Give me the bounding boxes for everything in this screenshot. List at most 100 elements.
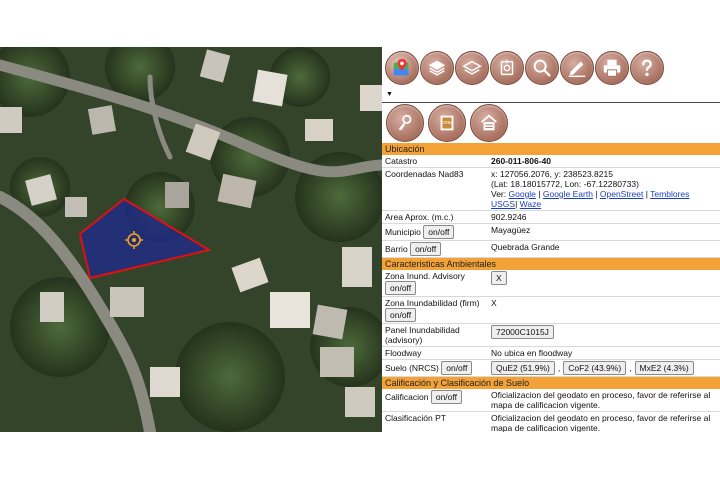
soil-buttons: QuE2 (51.9%) , CoF2 (43.9%) , MxE2 (4.3%… [491,361,717,375]
print-icon [603,59,621,77]
link-google-earth[interactable]: Google Earth [543,189,593,199]
zona-advisory-cell: Zona Inund. Advisory on/off [382,270,488,297]
layers-button[interactable] [420,50,454,85]
info-panel: ▼ CRIM Ubicación Catastro 260-011-806-40… [382,47,720,432]
zona-firm-toggle-button[interactable]: on/off [385,308,417,322]
soil-cof2-button[interactable]: CoF2 (43.9%) [563,361,627,375]
suelo-cell: Suelo (NRCS) on/off [382,359,488,377]
draw-button[interactable] [560,50,594,85]
soil-mxe2-button[interactable]: MxE2 (4.3%) [634,361,694,375]
soil-separator: , [629,363,632,373]
search-button[interactable] [525,50,559,85]
floodway-label: Floodway [382,346,488,360]
ver-label: Ver: [491,189,507,199]
zona-advisory-toggle-button[interactable]: on/off [385,281,417,295]
clasificacion-value: Oficializacion del geodato en proceso, f… [488,411,720,432]
catastro-value: 260-011-806-40 [488,155,720,168]
panel-dropdown[interactable]: ▼ [382,88,720,103]
zona-advisory-value-button[interactable]: X [491,271,507,285]
coords-xy: x: 127056.2076, y: 238523.8215 [491,169,613,179]
table-row: Zona Inundabilidad (firm) on/off X [382,296,720,324]
table-row: Barrio on/off Quebrada Grande [382,240,720,258]
ambientales-header: Caracteristicas Ambientales [382,258,720,270]
map-canvas[interactable] [0,47,382,432]
area-label: Area Aprox. (m.c.) [382,210,488,224]
main-toolbar [382,47,720,88]
google-maps-button[interactable] [385,50,419,85]
measure-icon [500,59,514,75]
soil-que2-button[interactable]: QuE2 (51.9%) [491,361,555,375]
coords-value: x: 127056.2076, y: 238523.8215 (Lat: 18.… [488,167,720,211]
caret-down-icon: ▼ [386,91,393,98]
measure-button[interactable] [490,50,524,85]
table-row: Catastro 260-011-806-40 [382,155,720,168]
area-value: 902.9246 [488,210,720,224]
link-waze[interactable]: Waze [520,199,541,209]
municipio-label: Municipio [385,227,421,237]
house-report-button[interactable] [470,104,508,142]
barrio-label: Barrio [385,244,408,254]
table-row: Municipio on/off Mayagüez [382,223,720,241]
suelo-label: Suelo (NRCS) [385,363,439,373]
link-openstreet[interactable]: OpenStreet [600,189,643,199]
link-google[interactable]: Google [509,189,536,199]
ambientales-table: Zona Inund. Advisory on/off X Zona Inund… [382,270,720,377]
panel-label: Panel Inundabilidad (advisory) [382,323,488,347]
table-row: Coordenadas Nad83 x: 127056.2076, y: 238… [382,167,720,211]
zona-firm-value: X [488,296,720,324]
zona-firm-cell: Zona Inundabilidad (firm) on/off [382,296,488,324]
table-row: Zona Inund. Advisory on/off X [382,270,720,297]
clasificacion-label: Clasificación PT [382,411,488,432]
barrio-cell: Barrio on/off [382,240,488,258]
catastro-label: Catastro [382,155,488,168]
soil-separator: , [557,363,561,373]
crim-button[interactable]: CRIM [428,104,466,142]
suelo-values-cell: QuE2 (51.9%) , CoF2 (43.9%) , MxE2 (4.3%… [488,359,720,377]
layers-alt-icon [462,60,482,75]
calificacion-header: Calificación y Clasificación de Suelo [382,377,720,389]
zona-firm-label: Zona Inundabilidad (firm) [385,298,480,308]
draw-icon [568,61,586,77]
panel-value-cell: 72000C1015J [488,323,720,347]
calificacion-table: Calificacion on/off Oficializacion del g… [382,389,720,432]
coords-latlon: (Lat: 18.18015772, Lon: -67.12280733) [491,179,639,189]
barrio-value: Quebrada Grande [488,240,720,258]
print-button[interactable] [595,50,629,85]
help-icon [642,58,652,76]
table-row: Clasificación PT Oficializacion del geod… [382,411,720,432]
google-maps-icon [393,58,409,75]
map-links: Ver: Google | Google Earth | OpenStreet … [491,189,690,209]
app-frame: ▼ CRIM Ubicación Catastro 260-011-806-40… [0,47,720,432]
municipio-toggle-button[interactable]: on/off [423,225,455,239]
ubicacion-table: Catastro 260-011-806-40 Coordenadas Nad8… [382,155,720,258]
table-row: Floodway No ubica en floodway [382,346,720,360]
layers-icon [428,60,446,76]
house-report-icon [481,114,497,131]
aerial-map[interactable] [0,47,382,432]
crim-logo-icon: CRIM [440,115,454,131]
zona-advisory-value-cell: X [488,270,720,297]
search-icon [533,59,551,77]
calificacion-label: Calificacion [385,392,429,402]
help-button[interactable] [630,50,664,85]
table-row: Panel Inundabilidad (advisory) 72000C101… [382,323,720,347]
suelo-toggle-button[interactable]: on/off [441,361,473,375]
table-row: Calificacion on/off Oficializacion del g… [382,389,720,412]
municipio-value: Mayagüez [488,223,720,241]
panel-value-button[interactable]: 72000C1015J [491,325,554,339]
calificacion-cell: Calificacion on/off [382,389,488,412]
floodway-value: No ubica en floodway [488,346,720,360]
table-row: Area Aprox. (m.c.) 902.9246 [382,210,720,224]
sub-toolbar: CRIM [382,103,720,143]
layers-alt-button[interactable] [455,50,489,85]
identify-icon [398,114,412,131]
calificacion-toggle-button[interactable]: on/off [430,390,462,404]
ubicacion-header: Ubicación [382,143,720,155]
municipio-cell: Municipio on/off [382,223,488,241]
barrio-toggle-button[interactable]: on/off [410,242,442,256]
identify-button[interactable] [386,104,424,142]
zona-advisory-label: Zona Inund. Advisory [385,271,465,281]
crim-logo-text: CRIM [441,120,453,125]
calificacion-value: Oficializacion del geodato en proceso, f… [488,389,720,412]
coords-label: Coordenadas Nad83 [382,167,488,211]
